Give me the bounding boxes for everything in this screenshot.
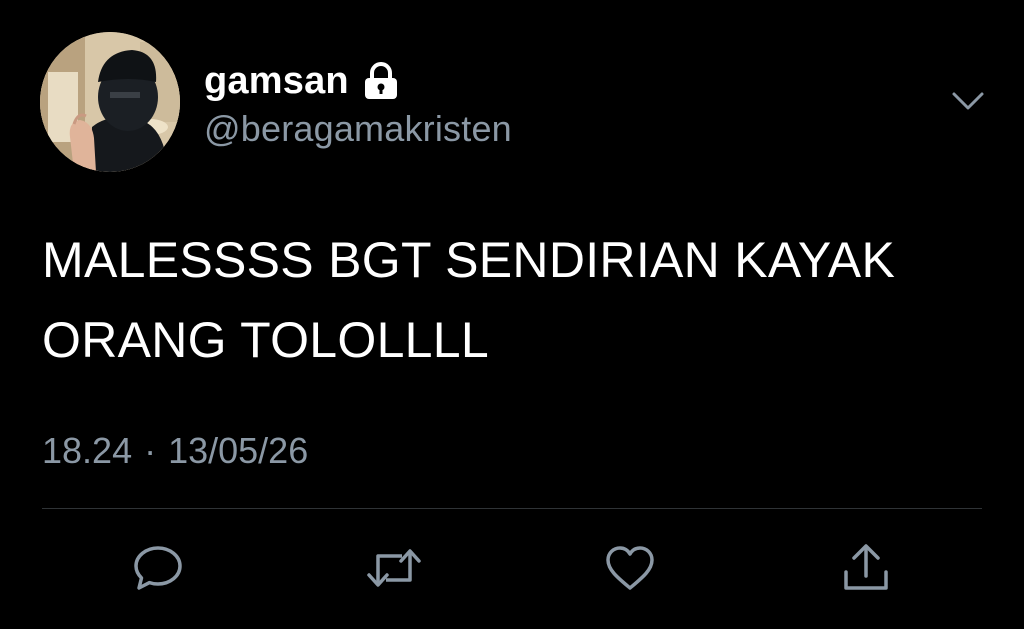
like-button[interactable] — [602, 540, 658, 596]
reply-button[interactable] — [130, 540, 186, 596]
action-bar — [0, 540, 1024, 600]
name-row: gamsan — [204, 58, 399, 104]
avatar[interactable] — [40, 32, 180, 172]
share-button[interactable] — [838, 540, 894, 596]
lock-icon — [363, 62, 399, 100]
share-icon — [840, 542, 892, 594]
user-handle[interactable]: @beragamakristen — [204, 108, 512, 150]
divider — [42, 508, 982, 509]
meta-separator: · — [144, 430, 157, 471]
tweet-time: 18.24 — [42, 430, 133, 471]
display-name[interactable]: gamsan — [204, 60, 349, 103]
chevron-down-icon[interactable] — [948, 86, 988, 116]
tweet-date: 13/05/26 — [168, 430, 309, 471]
reply-icon — [132, 544, 184, 592]
retweet-button[interactable] — [366, 540, 422, 596]
tweet-timestamp[interactable]: 18.24 · 13/05/26 — [42, 430, 308, 472]
like-icon — [604, 544, 656, 592]
tweet-card: gamsan @beragamakristen MALESSSS BGT SEN… — [0, 0, 1024, 629]
retweet-icon — [364, 544, 424, 592]
tweet-text: MALESSSS BGT SENDIRIAN KAYAK ORANG TOLOL… — [42, 232, 896, 368]
